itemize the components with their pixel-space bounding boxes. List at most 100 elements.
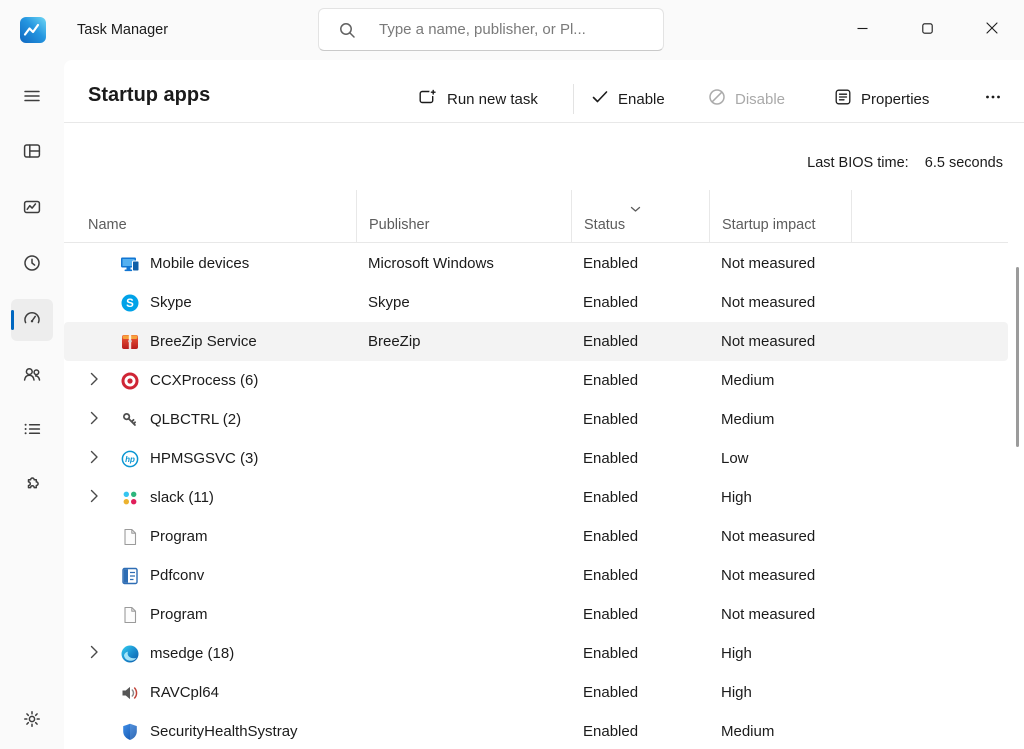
svg-text:hp: hp — [125, 455, 135, 464]
sidebar-menu-button[interactable] — [11, 77, 53, 119]
table-row[interactable]: Pdfconv Enabled Not measured — [64, 556, 1008, 595]
expand-chevron-icon[interactable] — [90, 372, 99, 390]
sidebar-item-users[interactable] — [11, 355, 53, 397]
app-title: Task Manager — [77, 0, 168, 60]
expand-chevron-icon[interactable] — [90, 450, 99, 468]
users-icon — [22, 364, 42, 389]
minimize-button[interactable] — [839, 10, 885, 50]
publisher-cell: BreeZip — [356, 333, 571, 350]
skype-icon: S — [120, 293, 140, 313]
hamburger-menu-icon — [22, 86, 42, 111]
enable-check-icon — [591, 88, 609, 110]
table-row[interactable]: slack (11) Enabled High — [64, 478, 1008, 517]
startup-apps-icon — [22, 308, 42, 333]
mobile-devices-icon — [120, 254, 140, 274]
table-row[interactable]: Mobile devices Microsoft Windows Enabled… — [64, 244, 1008, 283]
close-icon — [986, 21, 998, 39]
app-name: Skype — [150, 294, 192, 311]
name-cell: Program — [64, 527, 356, 547]
table-row[interactable]: msedge (18) Enabled High — [64, 634, 1008, 673]
performance-icon — [22, 197, 42, 222]
services-puzzle-icon — [22, 475, 42, 500]
table-row[interactable]: CCXProcess (6) Enabled Medium — [64, 361, 1008, 400]
breezip-icon — [120, 332, 140, 352]
column-header-status[interactable]: Status — [571, 190, 709, 243]
column-label: Name — [88, 217, 127, 233]
status-cell: Enabled — [571, 723, 709, 740]
impact-cell: Not measured — [709, 528, 851, 545]
maximize-button[interactable] — [904, 10, 950, 50]
close-button[interactable] — [969, 10, 1015, 50]
table-row[interactable]: hp HPMSGSVC (3) Enabled Low — [64, 439, 1008, 478]
table-row[interactable]: SecurityHealthSystray Enabled Medium — [64, 712, 1008, 749]
status-cell: Enabled — [571, 528, 709, 545]
sort-chevron-down-icon — [630, 200, 641, 218]
app-name: Pdfconv — [150, 567, 204, 584]
table-row[interactable]: S Skype Skype Enabled Not measured — [64, 283, 1008, 322]
app-name: msedge (18) — [150, 645, 234, 662]
column-header-name[interactable]: Name — [64, 190, 356, 243]
sidebar-item-services[interactable] — [11, 466, 53, 508]
table-row[interactable]: Program Enabled Not measured — [64, 595, 1008, 634]
name-cell: hp HPMSGSVC (3) — [64, 449, 356, 469]
table-row[interactable]: BreeZip Service BreeZip Enabled Not meas… — [64, 322, 1008, 361]
impact-cell: Not measured — [709, 294, 851, 311]
table-row[interactable]: QLBCTRL (2) Enabled Medium — [64, 400, 1008, 439]
gear-icon — [22, 709, 42, 734]
name-cell: slack (11) — [64, 488, 356, 508]
security-icon — [120, 722, 140, 742]
enable-label: Enable — [618, 91, 665, 108]
properties-icon — [834, 88, 852, 110]
disable-button: Disable — [698, 81, 795, 117]
ravcpl64-icon — [120, 683, 140, 703]
impact-cell: Medium — [709, 372, 851, 389]
table-row[interactable]: Program Enabled Not measured — [64, 517, 1008, 556]
expand-chevron-icon[interactable] — [90, 411, 99, 429]
search-input[interactable] — [319, 9, 663, 50]
app-name: Mobile devices — [150, 255, 249, 272]
run-new-task-label: Run new task — [447, 91, 538, 108]
properties-button[interactable]: Properties — [824, 81, 939, 117]
column-header-publisher[interactable]: Publisher — [356, 190, 571, 243]
more-ellipsis-icon — [984, 88, 1002, 110]
status-cell: Enabled — [571, 567, 709, 584]
app-name: RAVCpl64 — [150, 684, 219, 701]
status-cell: Enabled — [571, 645, 709, 662]
sidebar-item-processes[interactable] — [11, 132, 53, 174]
impact-cell: High — [709, 489, 851, 506]
app-name: Program — [150, 528, 208, 545]
table-header: Name Publisher Status Startup impact — [64, 190, 1008, 243]
sidebar-item-app-history[interactable] — [11, 244, 53, 286]
table-row[interactable]: RAVCpl64 Enabled High — [64, 673, 1008, 712]
enable-button[interactable]: Enable — [581, 81, 675, 117]
column-header-empty — [851, 190, 1008, 243]
vertical-scrollbar-thumb[interactable] — [1016, 267, 1019, 447]
impact-cell: Not measured — [709, 255, 851, 272]
sidebar — [0, 60, 64, 749]
more-button[interactable] — [969, 81, 1017, 117]
table-body: Mobile devices Microsoft Windows Enabled… — [64, 244, 1008, 749]
titlebar: Task Manager — [0, 0, 1024, 60]
sidebar-item-startup-apps[interactable] — [11, 299, 53, 341]
app-name: BreeZip Service — [150, 333, 257, 350]
status-cell: Enabled — [571, 294, 709, 311]
column-header-startup-impact[interactable]: Startup impact — [709, 190, 851, 243]
sidebar-item-settings[interactable] — [11, 700, 53, 742]
search-box[interactable] — [318, 8, 664, 51]
name-cell: QLBCTRL (2) — [64, 410, 356, 430]
expand-chevron-icon[interactable] — [90, 489, 99, 507]
expand-chevron-icon[interactable] — [90, 645, 99, 663]
column-label: Publisher — [369, 217, 429, 233]
impact-cell: Medium — [709, 723, 851, 740]
search-icon — [339, 22, 356, 44]
msedge-icon — [120, 644, 140, 664]
sidebar-item-details[interactable] — [11, 410, 53, 452]
details-list-icon — [22, 419, 42, 444]
publisher-cell: Skype — [356, 294, 571, 311]
status-cell: Enabled — [571, 489, 709, 506]
pdfconv-icon — [120, 566, 140, 586]
run-new-task-button[interactable]: Run new task — [408, 81, 548, 117]
name-cell: RAVCpl64 — [64, 683, 356, 703]
sidebar-item-performance[interactable] — [11, 188, 53, 230]
app-name: slack (11) — [150, 489, 214, 506]
